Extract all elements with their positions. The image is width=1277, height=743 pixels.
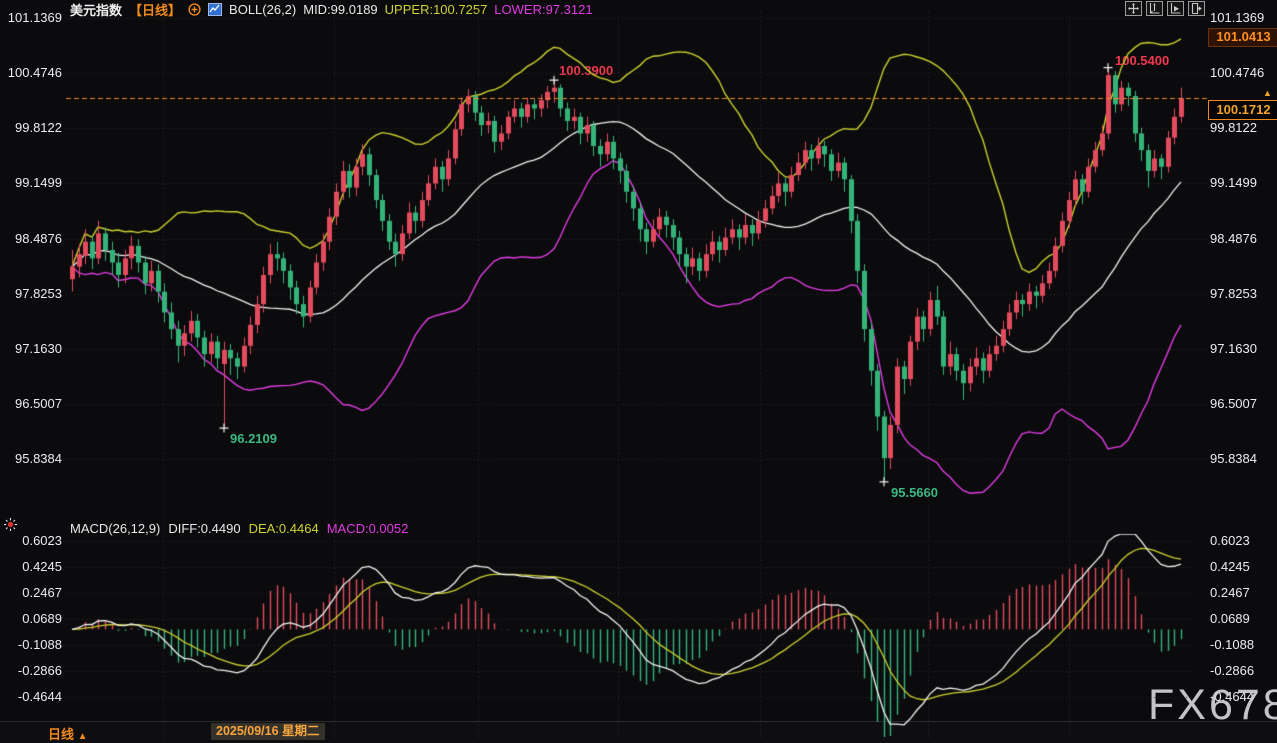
- crosshair-date-badge: 2025/09/16 星期二: [211, 723, 325, 740]
- period-label: 日线: [48, 727, 75, 742]
- period-selector[interactable]: 日线 ▲: [48, 724, 88, 743]
- triangle-up-icon: ▲: [77, 731, 88, 742]
- main-chart-canvas[interactable]: [0, 0, 1277, 742]
